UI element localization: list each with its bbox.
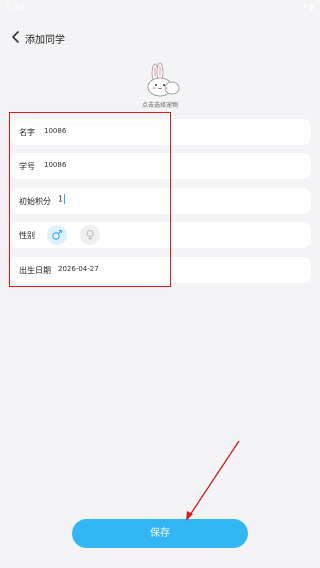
highlight-box — [9, 112, 171, 287]
status-bar: 5:33 ▾ ▮ — [0, 0, 320, 14]
save-button[interactable]: 保存 — [72, 519, 248, 548]
pet-caption: 点击选择宠物 — [141, 102, 178, 109]
status-time: 5:33 — [6, 2, 24, 11]
page-title: 添加同学 — [25, 35, 65, 46]
chevron-left-icon[interactable] — [8, 29, 24, 45]
bunny-pet-icon[interactable] — [138, 61, 184, 101]
header: 添加同学 — [0, 24, 320, 52]
status-icons: ▾ ▮ — [303, 2, 314, 11]
